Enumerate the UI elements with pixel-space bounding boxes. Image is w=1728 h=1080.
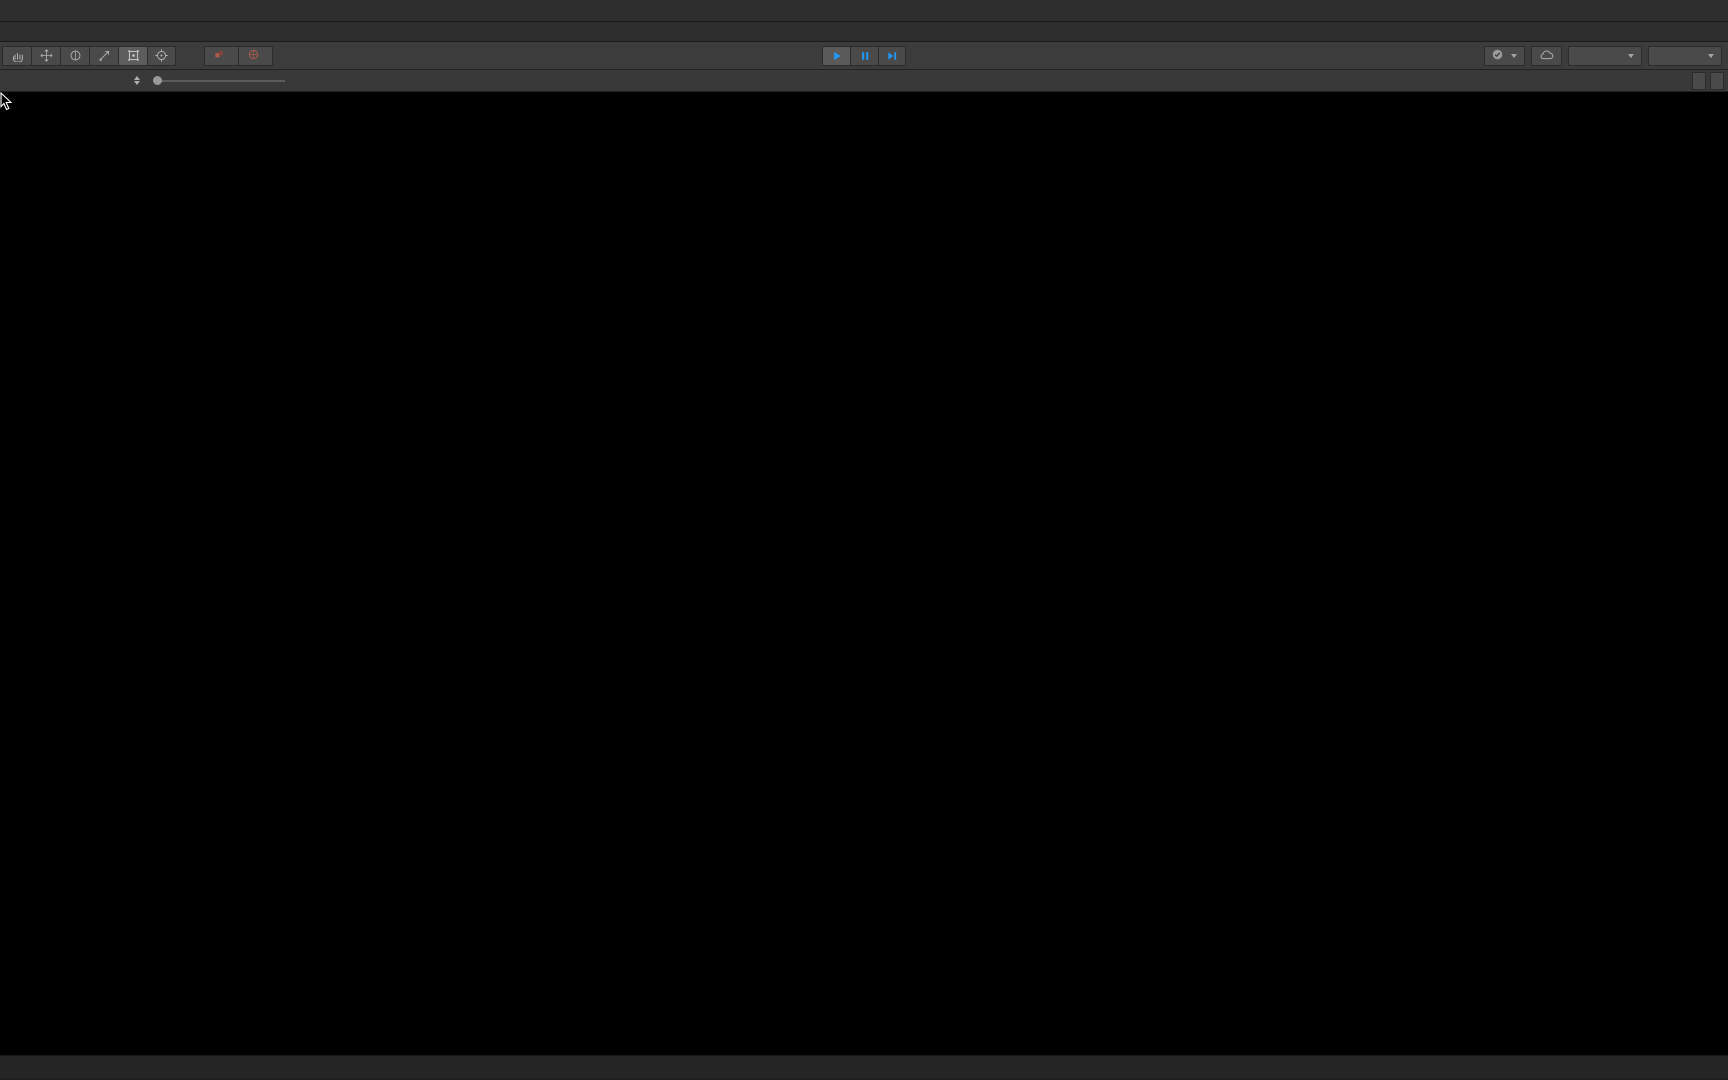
transform-tool-group bbox=[2, 45, 176, 66]
move-tool-button[interactable] bbox=[31, 45, 60, 66]
layers-dropdown[interactable] bbox=[1648, 45, 1722, 66]
toolbar-right-group bbox=[1484, 45, 1728, 66]
rect-transform-tool-button[interactable] bbox=[118, 45, 147, 66]
cloud-button[interactable] bbox=[1531, 45, 1562, 66]
account-dropdown[interactable] bbox=[1568, 45, 1642, 66]
aspect-ratio-dropdown[interactable] bbox=[0, 76, 148, 85]
step-button[interactable] bbox=[878, 45, 906, 66]
scale-slider-group[interactable] bbox=[148, 76, 292, 85]
menu-bar bbox=[0, 22, 1728, 42]
updown-icon bbox=[134, 76, 148, 85]
pivot-icon bbox=[214, 49, 225, 63]
play-button[interactable] bbox=[822, 45, 850, 66]
globe-icon bbox=[248, 49, 259, 63]
rotate-tool-button[interactable] bbox=[60, 45, 89, 66]
scale-slider-handle[interactable] bbox=[153, 76, 162, 85]
chevron-down-icon bbox=[1511, 53, 1517, 58]
play-controls bbox=[822, 45, 906, 66]
scale-tool-button[interactable] bbox=[89, 45, 118, 66]
title-bar bbox=[0, 0, 1728, 22]
mouse-cursor bbox=[0, 92, 14, 112]
pivot-toggle-button[interactable] bbox=[204, 45, 239, 66]
scale-slider[interactable] bbox=[153, 76, 285, 85]
game-toolbar-right bbox=[1692, 71, 1728, 90]
hand-tool-button[interactable] bbox=[2, 45, 31, 66]
collab-button[interactable] bbox=[1484, 45, 1525, 66]
global-toggle-button[interactable] bbox=[239, 45, 273, 66]
pause-button[interactable] bbox=[850, 45, 878, 66]
main-toolbar bbox=[0, 42, 1728, 70]
game-view-canvas[interactable] bbox=[0, 92, 1728, 1055]
collab-check-icon bbox=[1492, 49, 1503, 63]
chevron-down-icon bbox=[1708, 53, 1714, 58]
game-view-toolbar bbox=[0, 70, 1728, 92]
photo-wall-grid bbox=[0, 374, 1728, 974]
minimize-button[interactable] bbox=[1694, 1, 1722, 21]
maximize-on-play-toggle[interactable] bbox=[1692, 71, 1706, 90]
window-controls bbox=[1694, 1, 1722, 21]
pivot-group bbox=[204, 45, 273, 66]
mute-audio-toggle[interactable] bbox=[1710, 71, 1724, 90]
transform-tool-button[interactable] bbox=[147, 45, 176, 66]
cloud-icon bbox=[1539, 49, 1554, 63]
status-bar[interactable] bbox=[0, 1055, 1728, 1078]
chevron-down-icon bbox=[1628, 53, 1634, 58]
